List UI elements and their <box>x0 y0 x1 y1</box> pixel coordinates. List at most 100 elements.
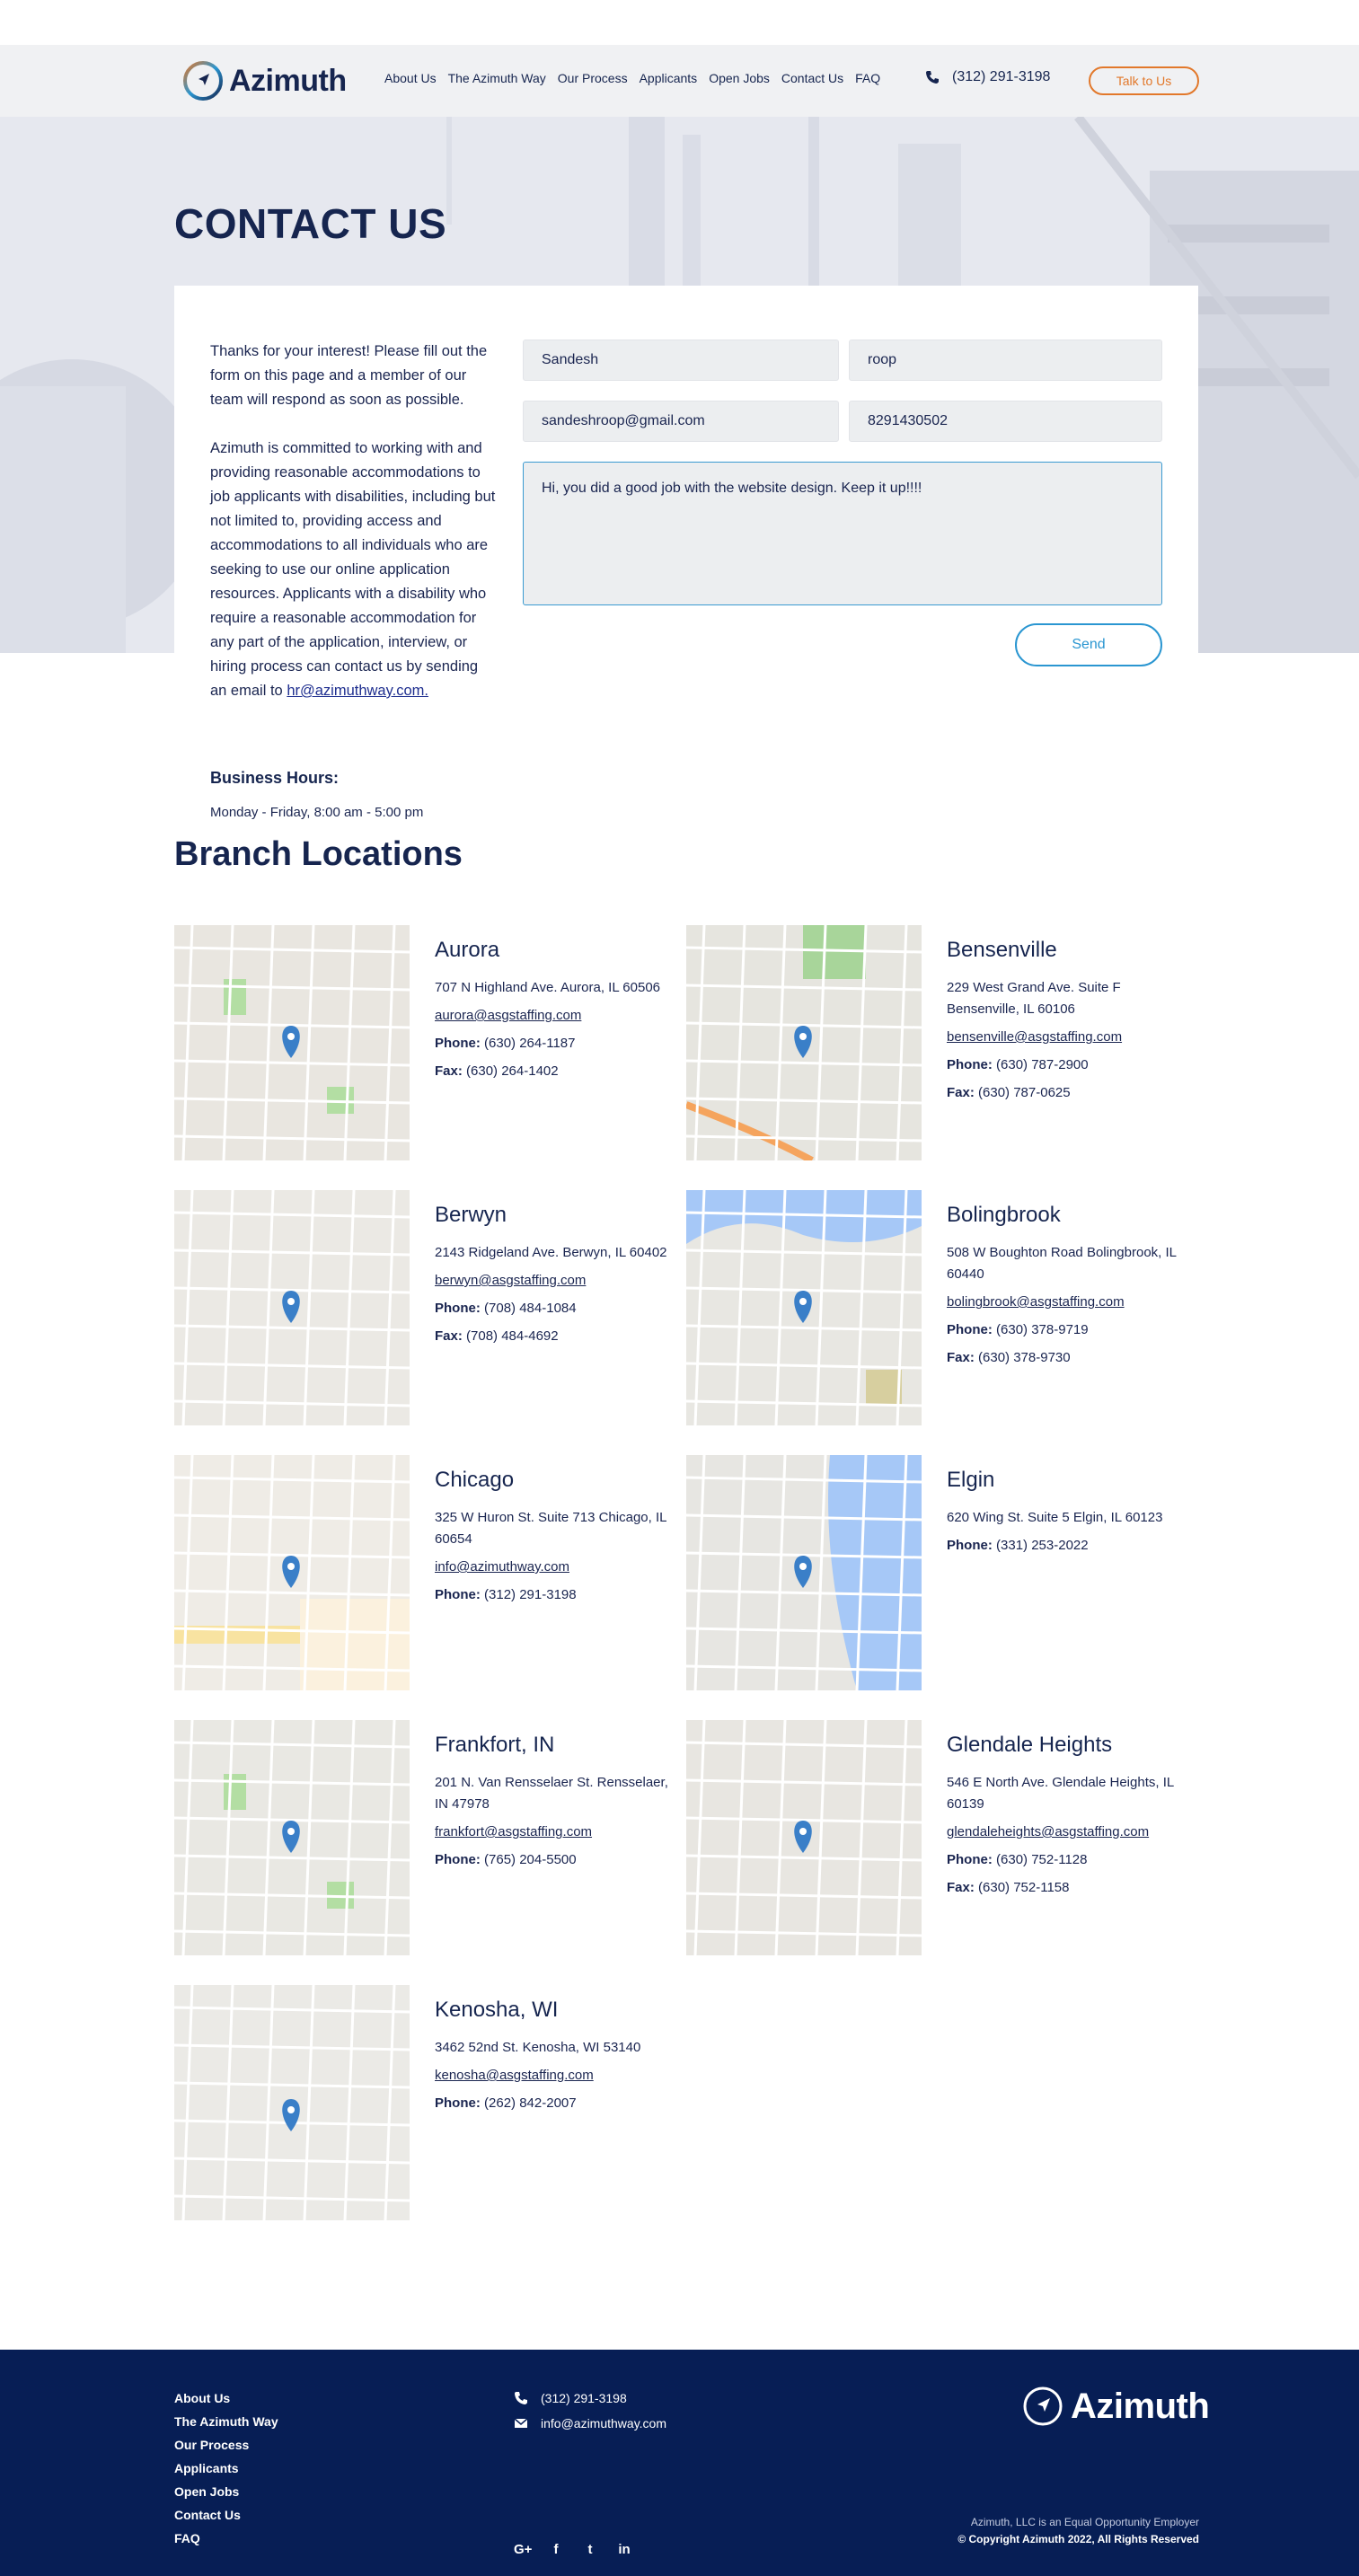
branch-card: Chicago 325 W Huron St. Suite 713 Chicago… <box>174 1455 677 1690</box>
branch-email-link[interactable]: info@azimuthway.com <box>435 1559 677 1575</box>
branch-phone-label: Phone: <box>947 1322 993 1337</box>
footer-nav: About Us The Azimuth Way Our Process App… <box>174 2391 278 2545</box>
branch-fax-label: Fax: <box>435 1328 463 1344</box>
footer-logo[interactable]: Azimuth <box>1022 2386 1210 2427</box>
twitter-icon[interactable]: t <box>582 2542 598 2557</box>
footer-logo-text: Azimuth <box>1071 2386 1210 2426</box>
nav-our-process[interactable]: Our Process <box>558 71 628 85</box>
branch-info: Berwyn 2143 Ridgeland Ave. Berwyn, IL 604… <box>435 1203 677 1356</box>
last-name-field[interactable]: roop <box>849 340 1162 381</box>
branch-fax: Fax: (630) 787-0625 <box>947 1085 1189 1100</box>
footer-link-open-jobs[interactable]: Open Jobs <box>174 2484 278 2499</box>
nav-about-us[interactable]: About Us <box>384 71 437 85</box>
footer-email[interactable]: info@azimuthway.com <box>514 2416 666 2430</box>
footer-link-faq[interactable]: FAQ <box>174 2531 278 2545</box>
contact-card: Thanks for your interest! Please fill ou… <box>174 286 1198 835</box>
branch-phone-label: Phone: <box>435 2095 481 2111</box>
branch-map[interactable] <box>686 1720 922 1955</box>
branch-address: 620 Wing St. Suite 5 Elgin, IL 60123 <box>947 1510 1163 1525</box>
first-name-field[interactable]: Sandesh <box>523 340 839 381</box>
footer-link-contact-us[interactable]: Contact Us <box>174 2508 278 2522</box>
branch-name: Bensenville <box>947 938 1057 962</box>
talk-to-us-button[interactable]: Talk to Us <box>1089 66 1199 95</box>
footer-link-about-us[interactable]: About Us <box>174 2391 278 2405</box>
branch-email-link[interactable]: bolingbrook@asgstaffing.com <box>947 1294 1189 1310</box>
branch-phone[interactable]: Phone: (630) 787-2900 <box>947 1057 1189 1072</box>
branch-email-link[interactable]: glendaleheights@asgstaffing.com <box>947 1824 1189 1839</box>
map-image <box>174 1720 410 1955</box>
nav-applicants[interactable]: Applicants <box>640 71 698 85</box>
facebook-icon[interactable]: f <box>548 2542 564 2557</box>
branch-phone-number: (262) 842-2007 <box>484 2095 577 2111</box>
map-image <box>174 1985 410 2220</box>
phone-icon <box>926 71 939 84</box>
footer-phone-number: (312) 291-3198 <box>541 2391 627 2405</box>
site-header: Azimuth About Us The Azimuth Way Our Pro… <box>0 45 1359 117</box>
logo[interactable]: Azimuth <box>182 59 347 102</box>
branch-phone-number: (630) 787-2900 <box>996 1057 1089 1072</box>
branch-address: 2143 Ridgeland Ave. Berwyn, IL 60402 <box>435 1245 667 1260</box>
branch-map[interactable] <box>174 1455 410 1690</box>
branch-phone-label: Phone: <box>435 1852 481 1867</box>
footer-link-azimuth-way[interactable]: The Azimuth Way <box>174 2414 278 2429</box>
branch-phone[interactable]: Phone: (630) 264-1187 <box>435 1036 677 1051</box>
branch-fax-label: Fax: <box>435 1063 463 1079</box>
branch-phone[interactable]: Phone: (765) 204-5500 <box>435 1852 677 1867</box>
branch-map[interactable] <box>686 1455 922 1690</box>
branch-card: Kenosha, WI 3462 52nd St. Kenosha, WI 531… <box>174 1985 677 2220</box>
branch-map[interactable] <box>686 925 922 1160</box>
email-field[interactable]: sandeshroop@gmail.com <box>523 401 839 442</box>
header-phone[interactable]: (312) 291-3198 <box>925 69 1050 85</box>
header-phone-number: (312) 291-3198 <box>952 69 1051 84</box>
branch-email-link[interactable]: bensenville@asgstaffing.com <box>947 1029 1189 1045</box>
branch-fax: Fax: (708) 484-4692 <box>435 1328 677 1344</box>
branch-map[interactable] <box>686 1190 922 1425</box>
nav-contact-us[interactable]: Contact Us <box>781 71 843 85</box>
branch-fax-label: Fax: <box>947 1880 975 1895</box>
branch-email-link[interactable]: berwyn@asgstaffing.com <box>435 1273 677 1288</box>
branch-card: Elgin 620 Wing St. Suite 5 Elgin, IL 6012… <box>686 1455 1189 1690</box>
branch-fax: Fax: (630) 378-9730 <box>947 1350 1189 1365</box>
branch-phone[interactable]: Phone: (312) 291-3198 <box>435 1587 677 1602</box>
branch-fax-number: (630) 264-1402 <box>466 1063 559 1079</box>
nav-azimuth-way[interactable]: The Azimuth Way <box>448 71 546 85</box>
branch-email-link[interactable]: kenosha@asgstaffing.com <box>435 2068 677 2083</box>
phone-field[interactable]: 8291430502 <box>849 401 1162 442</box>
compass-logo-icon <box>1023 2386 1063 2426</box>
branch-map[interactable] <box>174 1720 410 1955</box>
map-image <box>686 1720 922 1955</box>
branch-fax: Fax: (630) 752-1158 <box>947 1880 1189 1895</box>
branch-phone[interactable]: Phone: (630) 378-9719 <box>947 1322 1189 1337</box>
message-textarea[interactable]: Hi, you did a good job with the website … <box>523 462 1162 605</box>
branch-fax-label: Fax: <box>947 1350 975 1365</box>
branch-card: Glendale Heights 546 E North Ave. Glendal… <box>686 1720 1189 1955</box>
branch-phone-label: Phone: <box>435 1301 481 1316</box>
branch-map[interactable] <box>174 925 410 1160</box>
branch-phone[interactable]: Phone: (262) 842-2007 <box>435 2095 677 2111</box>
linkedin-icon[interactable]: in <box>616 2542 632 2557</box>
branch-phone[interactable]: Phone: (331) 253-2022 <box>947 1538 1189 1553</box>
nav-open-jobs[interactable]: Open Jobs <box>709 71 770 85</box>
business-hours-title: Business Hours: <box>210 769 340 787</box>
google-plus-icon[interactable]: G+ <box>514 2542 532 2557</box>
branch-map[interactable] <box>174 1190 410 1425</box>
send-button[interactable]: Send <box>1015 623 1162 666</box>
branch-email-link[interactable]: aurora@asgstaffing.com <box>435 1008 677 1023</box>
footer-link-our-process[interactable]: Our Process <box>174 2438 278 2452</box>
branch-address: 201 N. Van Rensselaer St. Rensselaer, IN… <box>435 1775 668 1812</box>
eeo-statement: Azimuth, LLC is an Equal Opportunity Emp… <box>970 2516 1199 2528</box>
branch-map[interactable] <box>174 1985 410 2220</box>
branch-address: 707 N Highland Ave. Aurora, IL 60506 <box>435 980 661 995</box>
branch-email-link[interactable]: frankfort@asgstaffing.com <box>435 1824 677 1839</box>
hr-email-link[interactable]: hr@azimuthway.com. <box>287 683 428 699</box>
branch-fax-number: (630) 378-9730 <box>978 1350 1071 1365</box>
branch-address: 325 W Huron St. Suite 713 Chicago, IL 60… <box>435 1510 666 1547</box>
map-image <box>174 1455 410 1690</box>
footer-phone[interactable]: (312) 291-3198 <box>514 2391 666 2405</box>
footer-link-applicants[interactable]: Applicants <box>174 2461 278 2475</box>
nav-faq[interactable]: FAQ <box>855 71 880 85</box>
branch-address: 546 E North Ave. Glendale Heights, IL 60… <box>947 1775 1174 1812</box>
branch-card: Frankfort, IN 201 N. Van Rensselaer St. R… <box>174 1720 677 1955</box>
branch-phone[interactable]: Phone: (630) 752-1128 <box>947 1852 1189 1867</box>
branch-phone[interactable]: Phone: (708) 484-1084 <box>435 1301 677 1316</box>
